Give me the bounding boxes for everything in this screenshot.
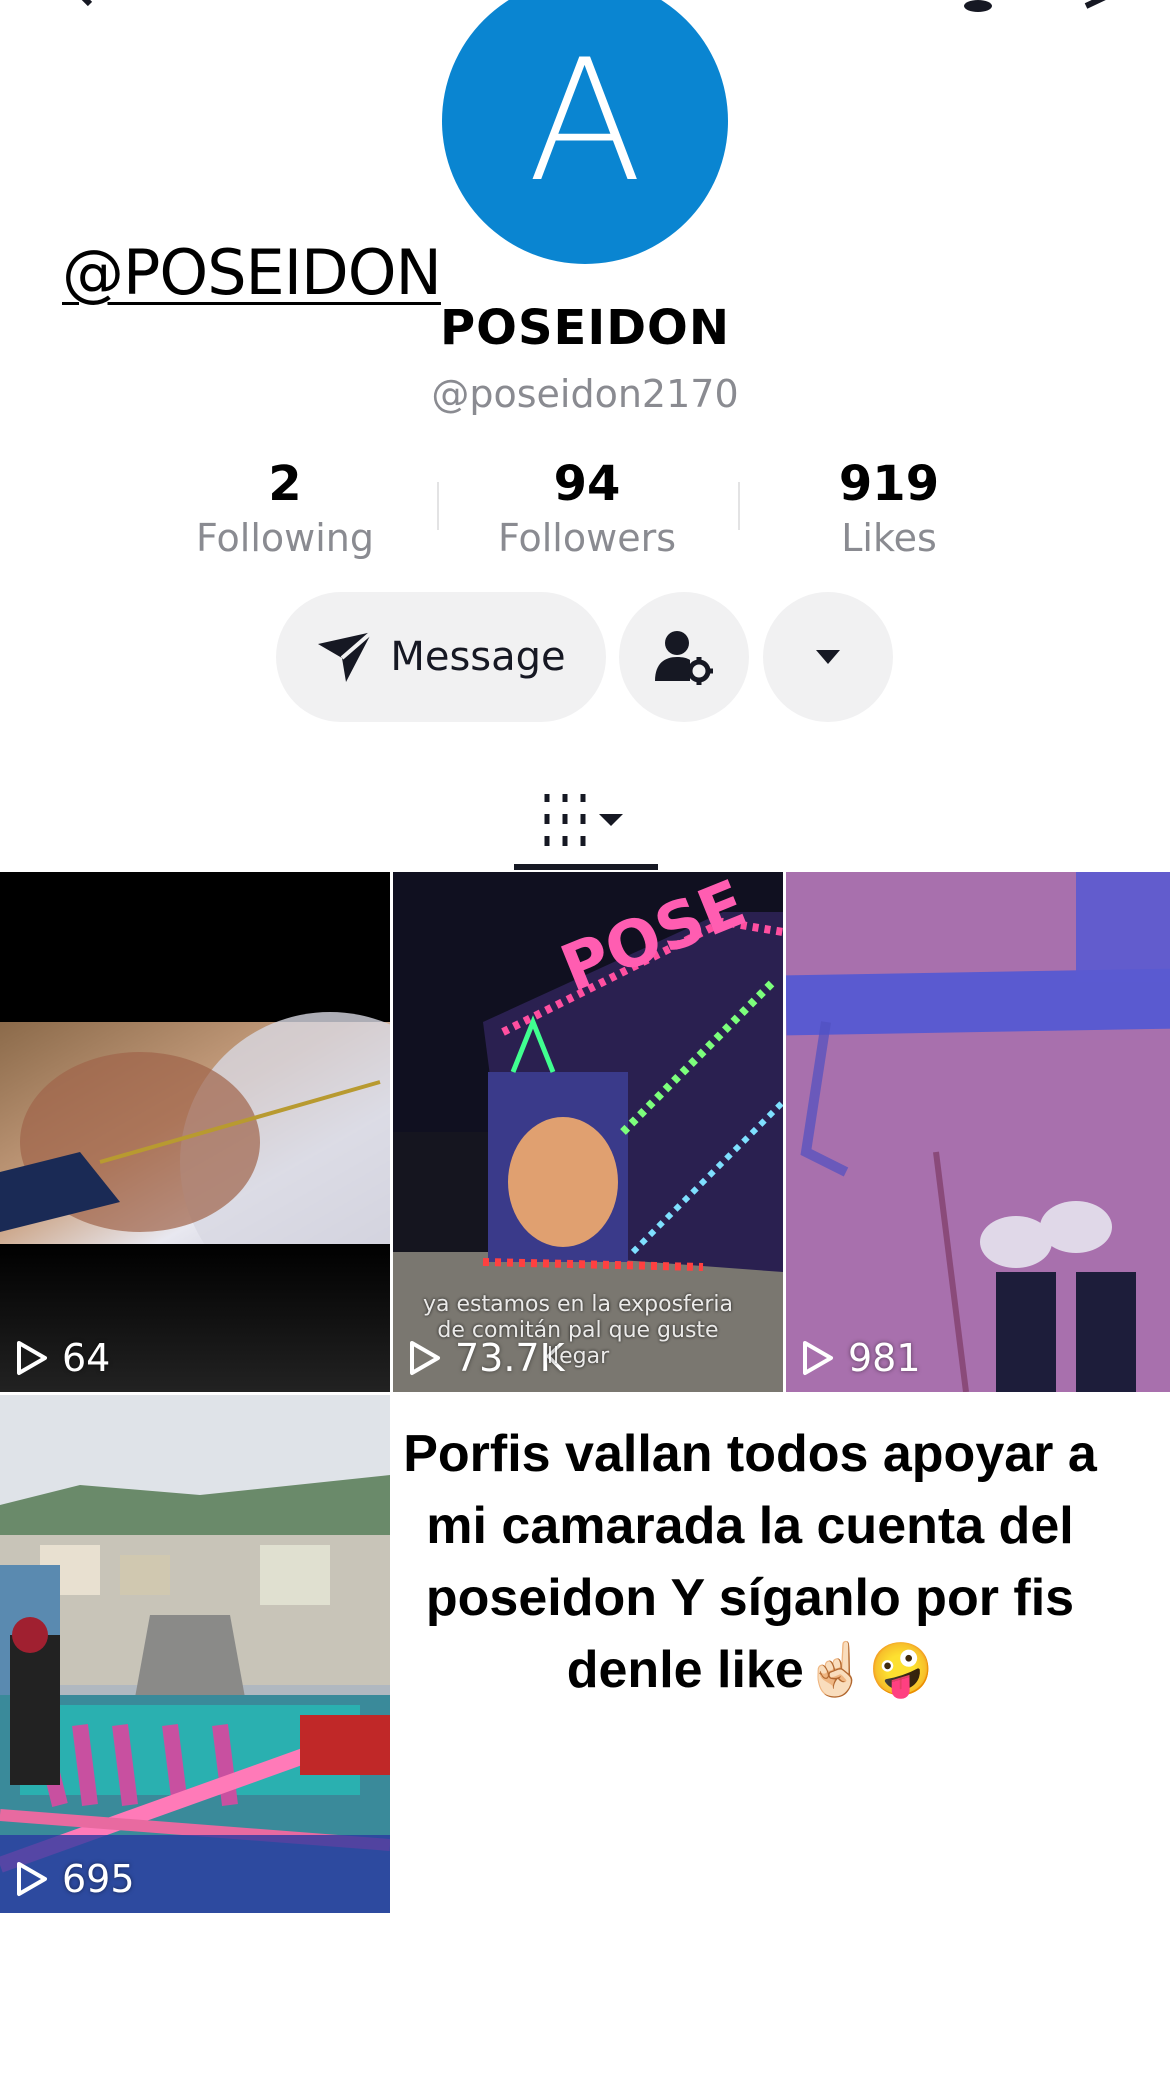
following-count: 2 [268, 456, 302, 512]
message-label: Message [390, 634, 566, 680]
handle-overlay-text: @POSEIDON [62, 236, 442, 309]
video-thumbnail[interactable]: 64 [0, 872, 390, 1392]
video-preview-image [0, 1012, 390, 1392]
view-count-value: 981 [848, 1336, 921, 1380]
video-caption: ya estamos en la exposferia de comitán p… [423, 1292, 733, 1369]
caret-down-icon [816, 650, 840, 664]
video-thumbnail[interactable]: 695 [0, 1395, 390, 1913]
more-dropdown-button[interactable] [763, 592, 893, 722]
share-icon[interactable] [1080, 0, 1130, 10]
person-settings-icon [655, 631, 713, 685]
promo-text: Porfis vallan todos apoyar a mi camarada… [403, 1425, 1097, 1699]
tab-videos[interactable] [514, 770, 656, 870]
view-count-value: 64 [62, 1336, 111, 1380]
view-count: 64 [16, 1336, 110, 1380]
display-name: POSEIDON [439, 300, 731, 356]
back-icon[interactable] [62, 0, 102, 10]
grid-icon [544, 794, 623, 846]
video-preview-image [0, 1395, 390, 1913]
likes-label: Likes [841, 516, 937, 560]
likes-count: 919 [838, 456, 940, 512]
view-count: 695 [16, 1857, 135, 1901]
followers-label: Followers [498, 516, 676, 560]
send-icon [318, 630, 374, 682]
following-label: Following [196, 516, 374, 560]
bell-icon[interactable] [958, 0, 998, 16]
stat-followers[interactable]: 94 Followers [437, 454, 737, 562]
avatar-letter: A [527, 23, 643, 219]
stat-following[interactable]: 2 Following [135, 454, 435, 562]
view-count-value: 695 [62, 1857, 135, 1901]
video-preview-image [786, 872, 1170, 1392]
play-icon [803, 1341, 833, 1375]
avatar[interactable]: A [442, 0, 728, 264]
tab-active-indicator [514, 864, 658, 870]
person-settings-button[interactable] [619, 592, 749, 722]
followers-count: 94 [553, 456, 621, 512]
username: @poseidon2170 [431, 372, 739, 416]
video-thumbnail[interactable]: POSE 73.7K ya estamos en la exposferia d… [393, 872, 783, 1392]
stat-likes[interactable]: 919 Likes [739, 454, 1039, 562]
view-count: 981 [802, 1336, 921, 1380]
play-icon [17, 1862, 47, 1896]
video-thumbnail[interactable]: 981 [786, 872, 1170, 1392]
message-button[interactable]: Message [276, 592, 606, 722]
play-icon [17, 1341, 47, 1375]
